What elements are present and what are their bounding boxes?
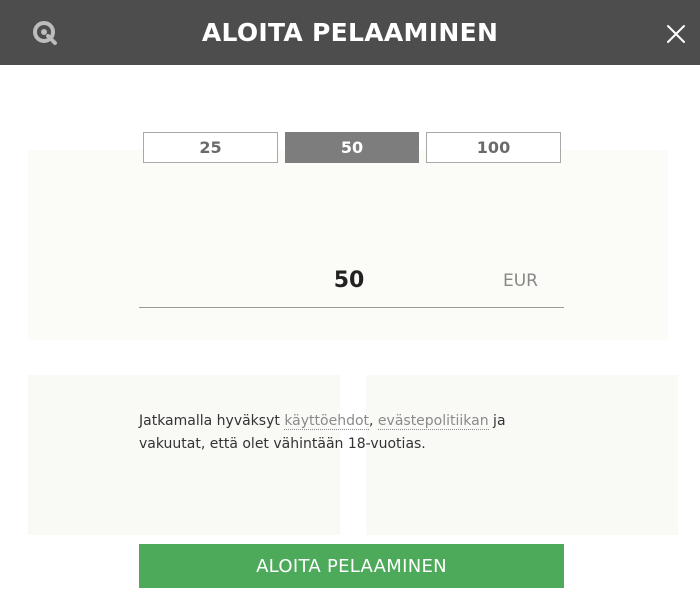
amount-presets: 25 50 100 [143,132,561,163]
cookie-policy-link[interactable]: evästepolitiikan [377,413,489,430]
currency-label: EUR [503,271,538,291]
amount-value: 50 [333,268,365,293]
modal-title: ALOITA PELAAMINEN [201,18,499,47]
terms-separator: , [369,413,378,429]
terms-prefix: Jatkamalla hyväksyt [139,413,285,429]
terms-of-use-link[interactable]: käyttöehdot [284,413,370,430]
modal-header: ALOITA PELAAMINEN [0,0,700,65]
background-decoration [28,150,678,535]
start-playing-button[interactable]: ALOITA PELAAMINEN [139,544,564,588]
preset-100-button[interactable]: 100 [426,132,561,163]
preset-50-button[interactable]: 50 [285,132,419,163]
amount-input[interactable]: 50 EUR [139,264,564,308]
preset-25-button[interactable]: 25 [143,132,278,163]
terms-text: Jatkamalla hyväksyt käyttöehdot, evästep… [139,410,564,456]
close-icon[interactable] [666,24,686,44]
